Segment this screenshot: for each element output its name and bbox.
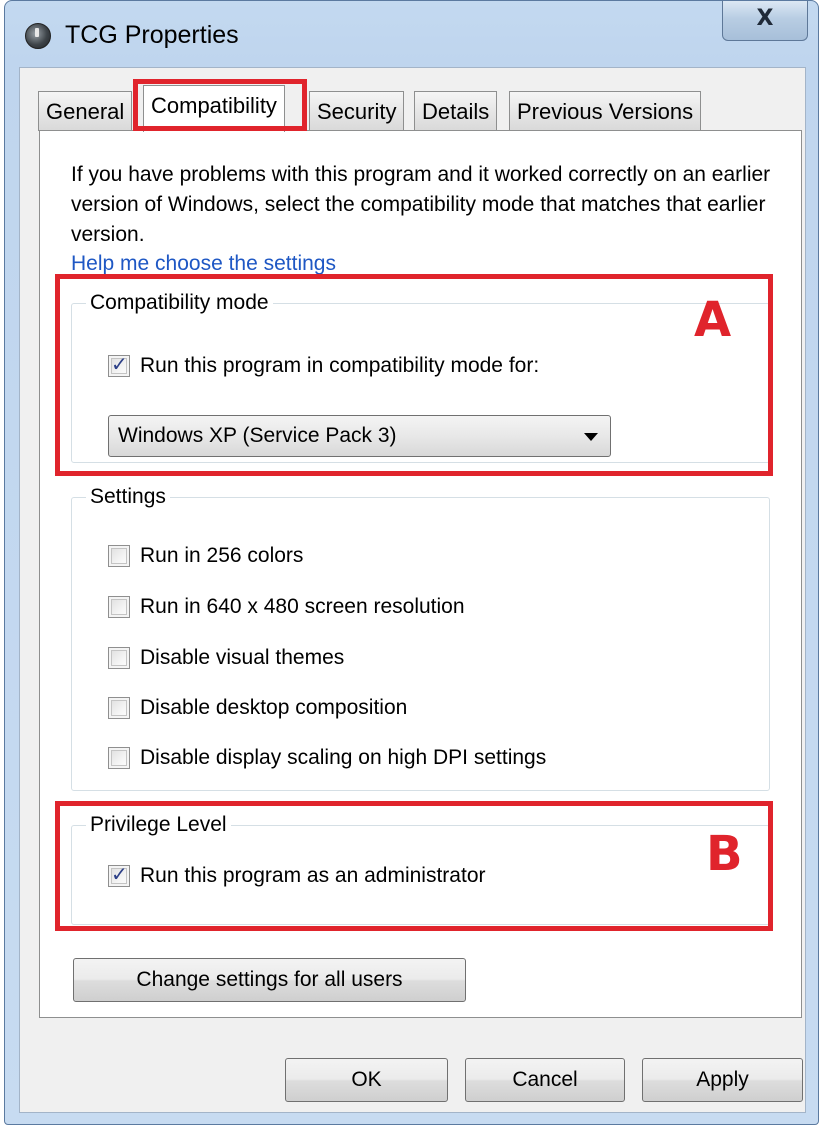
window-title: TCG Properties [65,21,239,49]
title-bar[interactable]: TCG Properties X [5,1,818,67]
annotation-letter-a: A [694,292,732,348]
checkbox-256-colors[interactable] [108,545,130,567]
label-dpi-scaling: Disable display scaling on high DPI sett… [140,746,547,769]
tab-details[interactable]: Details [414,91,498,131]
settings-group: Settings Run in 256 colors Run in 640 x … [71,484,770,791]
dialog-client-area: General Compatibility Security Details P… [19,67,806,1113]
intro-text: If you have problems with this program a… [71,163,771,246]
label-desktop-composition: Disable desktop composition [140,696,408,719]
checkbox-dpi-scaling[interactable] [108,747,130,769]
setting-row-desktop-composition[interactable]: Disable desktop composition [108,694,407,722]
tab-previous-versions[interactable]: Previous Versions [509,91,702,131]
setting-row-dpi-scaling[interactable]: Disable display scaling on high DPI sett… [108,744,546,772]
change-settings-all-users-button[interactable]: Change settings for all users [73,958,466,1002]
tab-security[interactable]: Security [309,91,405,131]
close-button[interactable]: X [722,1,808,41]
label-256-colors: Run in 256 colors [140,544,304,567]
properties-window: TCG Properties X General Compatibility S… [4,0,819,1125]
setting-row-256-colors[interactable]: Run in 256 colors [108,542,303,570]
label-640x480: Run in 640 x 480 screen resolution [140,595,465,618]
setting-row-visual-themes[interactable]: Disable visual themes [108,644,344,672]
annotation-letter-b: B [706,826,743,882]
tab-general[interactable]: General [38,91,133,131]
label-visual-themes: Disable visual themes [140,646,345,669]
ok-button[interactable]: OK [285,1058,448,1102]
help-choose-settings-link[interactable]: Help me choose the settings [71,252,336,276]
setting-row-640x480[interactable]: Run in 640 x 480 screen resolution [108,593,465,621]
app-icon [25,23,51,49]
annotation-box-a [55,274,773,476]
checkbox-640x480[interactable] [108,596,130,618]
checkbox-visual-themes[interactable] [108,647,130,669]
annotation-highlight-compatibility-tab [133,79,307,131]
settings-label: Settings [86,484,170,510]
apply-button[interactable]: Apply [642,1058,803,1102]
checkbox-desktop-composition[interactable] [108,697,130,719]
cancel-button[interactable]: Cancel [465,1058,625,1102]
annotation-box-b [55,801,773,931]
